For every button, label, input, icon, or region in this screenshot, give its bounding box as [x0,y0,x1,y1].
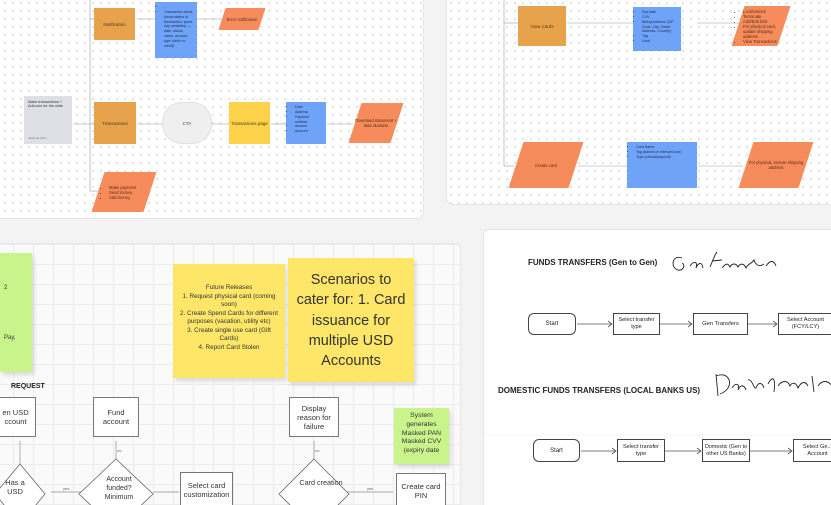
card-creation-label: Card creation [299,478,343,487]
label-yes-2: yes [367,486,373,491]
request-label: REQUEST [11,383,45,390]
create-card-details-card[interactable]: Card Name Tag (based on intended use) Ty… [627,142,697,188]
select-account-node[interactable]: Select Account (FCY/LCY) [778,313,831,335]
board-funds-transfers[interactable]: FUNDS TRANSFERS (Gen to Gen) DOMESTIC FU… [483,229,831,505]
make-payment-node[interactable]: Make payment Send money Add money [98,172,150,212]
domestic-transfers-title: DOMESTIC FUNDS TRANSFERS (LOCAL BANKS US… [498,386,701,395]
view-cards-node[interactable]: View Cards [518,6,566,46]
future-releases-sticky[interactable]: Future Releases 1. Request physical card… [173,264,285,378]
notification-node[interactable]: Notification [94,8,135,40]
label-no: no [117,448,122,453]
domestic-node[interactable]: Domestic (Gen to other US Banks) [702,439,750,462]
select-transfer-type-node-1[interactable]: Select transfer type [613,313,660,335]
error-notification-node[interactable]: Error notification [222,8,262,30]
display-reason-node[interactable]: Display reason for failure [289,397,339,437]
has-usd-label: Has a USD [5,478,25,496]
funds-transfers-title: FUNDS TRANSFERS (Gen to Gen) [528,258,658,267]
cta-node[interactable]: CTA [162,102,212,144]
green-sticky-note[interactable]: 2 Pay, [0,253,32,372]
create-card-node[interactable]: Create card [516,142,576,188]
fund-account-node[interactable]: Fund account [93,397,139,437]
start-node-2[interactable]: Start [533,439,580,462]
label-yes: yes [63,486,69,491]
start-node-1[interactable]: Start [528,313,576,335]
notification-details-card[interactable]: ... Transaction alerts (show status of t… [155,2,197,58]
system-generates-sticky[interactable]: System generates Masked PAN Masked CVV (… [394,408,449,464]
connectors-right [484,251,831,455]
select-gen-account-node[interactable]: Select Ge... Account [793,439,831,462]
account-funded-label: Account funded? Minimum [104,476,134,502]
download-statement-node[interactable]: Download statement + date duration [355,103,397,143]
transactions-node[interactable]: Transactions [94,102,136,144]
whiteboard-canvas[interactable]: Notification ... Transaction alerts (sho… [0,0,831,505]
scenarios-sticky[interactable]: Scenarios to cater for: 1. Card issuance… [288,258,414,382]
select-transfer-type-node-2[interactable]: Select transfer type [617,439,665,462]
signature-gen-transfer [672,251,777,271]
card-details-card[interactable]: Exp date CVV Billing Address (ZIP Code, … [633,7,681,51]
usd-account-node[interactable]: en USD ccount [0,397,36,437]
transactions-page-node[interactable]: Transactions page [229,102,270,144]
signature-domestic [715,373,831,397]
gen-transfers-node[interactable]: Gen Transfers [693,313,748,335]
label-no-2: no [315,448,320,453]
create-card-pin-node[interactable]: Create card PIN [396,473,446,505]
transactions-page-details-card[interactable]: Date Address Payment method amount accou… [286,102,326,144]
card-actions-node[interactable]: Lock/Unlock Terminate Add/Edit limit For… [738,6,784,46]
sticky-note-make-transactions[interactable]: Make transactions + Add-ons for the wide… [24,96,72,144]
shipping-note-node[interactable]: For physical, ensure shipping address [746,142,806,188]
select-card-customization-node[interactable]: Select card customization [180,472,233,505]
